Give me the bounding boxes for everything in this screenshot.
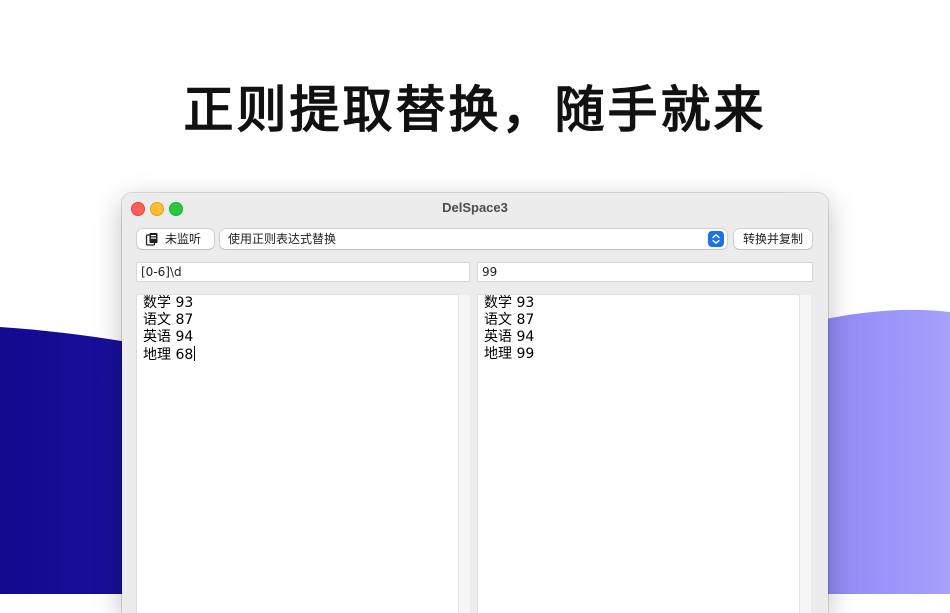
output-text-area[interactable]: 数学 93 语文 87 英语 94 地理 99 (478, 295, 799, 613)
window-title: DelSpace3 (442, 200, 508, 215)
listen-button-label: 未监听 (165, 232, 202, 246)
regex-pattern-input[interactable]: [0-6]\d (137, 263, 469, 281)
replacement-input[interactable]: 99 (478, 263, 812, 281)
title-bar[interactable]: DelSpace3 (122, 193, 828, 221)
headline: 正则提取替换，随手就来 (183, 81, 767, 139)
output-line: 数学 93 (484, 295, 535, 311)
app-window: DelSpace3 未监听 使用正则表达式替换 转换并复制 [0-6]\d 99 (122, 193, 828, 613)
input-scrollbar[interactable] (458, 295, 470, 613)
listen-toggle-button[interactable]: 未监听 (137, 229, 214, 249)
mode-select[interactable]: 使用正则表达式替换 (220, 229, 727, 249)
output-line: 地理 99 (484, 346, 535, 362)
clipboard-icon (145, 233, 158, 246)
convert-and-copy-button[interactable]: 转换并复制 (734, 229, 812, 249)
input-text-area[interactable]: 数学 93 语文 87 英语 94 地理 68 (137, 295, 458, 613)
output-line: 语文 87 (484, 312, 535, 328)
input-line: 数学 93 (143, 295, 194, 311)
output-scrollbar[interactable] (799, 295, 811, 613)
up-down-chevron-icon (708, 231, 724, 247)
input-line: 英语 94 (143, 329, 194, 345)
input-line: 地理 68 (143, 347, 194, 363)
text-caret (194, 346, 196, 361)
mode-select-value: 使用正则表达式替换 (228, 232, 337, 246)
input-line: 语文 87 (143, 312, 194, 328)
output-line: 英语 94 (484, 329, 535, 345)
input-line-last: 地理 68 (143, 346, 458, 364)
toolbar: 未监听 使用正则表达式替换 转换并复制 (122, 229, 828, 255)
